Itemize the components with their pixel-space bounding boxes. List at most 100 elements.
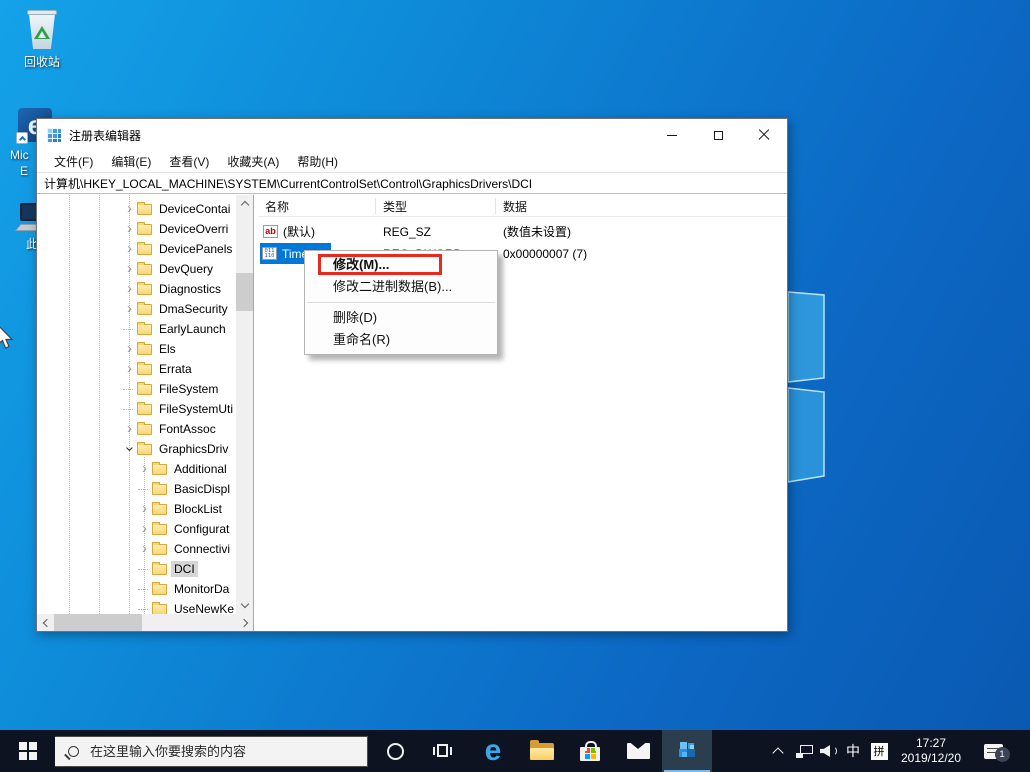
menu-bar: 文件(F) 编辑(E) 查看(V) 收藏夹(A) 帮助(H) (37, 151, 787, 172)
column-type[interactable]: 类型 (383, 195, 407, 217)
scroll-up-button[interactable] (236, 195, 253, 212)
maximize-button[interactable] (695, 119, 741, 151)
tray-ime-language-button[interactable]: 中 (842, 730, 864, 772)
tree-item-deviceoverri[interactable]: DeviceOverri (123, 219, 231, 239)
tree-item-errata[interactable]: Errata (123, 359, 195, 379)
tree-item-earlylaunch[interactable]: EarlyLaunch (123, 319, 229, 339)
chevron-right-icon[interactable] (138, 503, 151, 515)
close-button[interactable] (741, 119, 787, 151)
chevron-right-icon[interactable] (123, 303, 136, 315)
chevron-up-icon (772, 747, 784, 759)
chevron-right-icon[interactable] (123, 343, 136, 355)
mouse-cursor (0, 326, 14, 349)
taskbar-registry-editor-button-active[interactable] (662, 730, 712, 772)
menu-favorites[interactable]: 收藏夹(A) (218, 153, 288, 170)
menu-item-rename[interactable]: 重命名(R) (305, 329, 497, 351)
chevron-down-icon[interactable] (123, 444, 136, 454)
chevron-right-icon[interactable] (138, 523, 151, 535)
value-row-default[interactable]: ab (默认) REG_SZ (数值未设置) (258, 221, 787, 242)
folder-icon (137, 441, 152, 455)
tree-item-filesystem[interactable]: FileSystem (123, 379, 221, 399)
value-data: 0x00000007 (7) (503, 246, 588, 261)
tree-item-monitorda[interactable]: MonitorDa (138, 579, 232, 599)
chevron-right-icon[interactable] (123, 263, 136, 275)
tree-item-dmasecurity[interactable]: DmaSecurity (123, 299, 231, 319)
taskbar-search-box[interactable] (55, 736, 368, 767)
taskbar-edge-button[interactable]: e (476, 730, 510, 772)
folder-icon (152, 581, 167, 595)
menu-view[interactable]: 查看(V) (160, 153, 218, 170)
task-view-button[interactable] (426, 730, 460, 772)
tree-item-configurat[interactable]: Configurat (138, 519, 232, 539)
tray-expand-button[interactable] (768, 730, 788, 772)
folder-icon (137, 321, 152, 335)
tree-vertical-scrollbar[interactable] (236, 195, 253, 614)
minimize-button[interactable] (649, 119, 695, 151)
tree-item-basicdispl[interactable]: BasicDispl (138, 479, 233, 499)
scroll-left-button[interactable] (37, 614, 54, 631)
tray-volume-button[interactable] (817, 730, 841, 772)
title-bar[interactable]: 注册表编辑器 (37, 119, 787, 151)
chevron-right-icon[interactable] (138, 543, 151, 555)
tree-horizontal-scrollbar[interactable] (37, 614, 253, 631)
tray-network-button[interactable] (792, 730, 816, 772)
chevron-right-icon[interactable] (123, 423, 136, 435)
registry-editor-icon (679, 742, 695, 757)
chevron-right-icon[interactable] (123, 203, 136, 215)
folder-icon (137, 241, 152, 255)
taskbar-store-button[interactable] (572, 730, 608, 772)
column-data[interactable]: 数据 (503, 195, 527, 217)
scroll-down-button[interactable] (236, 597, 253, 614)
recycle-bin-icon (27, 10, 57, 49)
tree-item-blocklist[interactable]: BlockList (138, 499, 225, 519)
tree-item-devicepanels[interactable]: DevicePanels (123, 239, 235, 259)
close-icon (758, 129, 770, 141)
cortana-button[interactable] (378, 730, 412, 772)
column-name[interactable]: 名称 (265, 195, 289, 217)
tree-item-devicecontai[interactable]: DeviceContai (123, 199, 233, 219)
leaf-connector (123, 408, 133, 410)
minimize-icon (667, 134, 677, 136)
chevron-right-icon[interactable] (123, 363, 136, 375)
tree-item-devquery[interactable]: DevQuery (123, 259, 216, 279)
desktop-icon-recycle-bin[interactable]: 回收站 (6, 10, 78, 70)
chevron-right-icon[interactable] (123, 243, 136, 255)
scrollbar-thumb[interactable] (236, 273, 253, 311)
tree-item-diagnostics[interactable]: Diagnostics (123, 279, 224, 299)
search-input[interactable] (88, 743, 338, 760)
window-title: 注册表编辑器 (69, 128, 142, 143)
menu-item-delete[interactable]: 删除(D) (305, 307, 497, 329)
registry-tree-pane: DeviceContai DeviceOverri DevicePanels D… (37, 195, 254, 631)
notification-center-button[interactable]: 1 (972, 730, 1014, 772)
tree-item-fontassoc[interactable]: FontAssoc (123, 419, 219, 439)
folder-icon (137, 401, 152, 415)
tree-item-connectivi[interactable]: Connectivi (138, 539, 233, 559)
tree-item-els[interactable]: Els (123, 339, 179, 359)
menu-edit[interactable]: 编辑(E) (102, 153, 160, 170)
tree-item-filesystemuti[interactable]: FileSystemUti (123, 399, 236, 419)
folder-icon (137, 281, 152, 295)
scroll-right-button[interactable] (237, 614, 253, 631)
taskbar-mail-button[interactable] (620, 730, 656, 772)
tree-item-additional[interactable]: Additional (138, 459, 230, 479)
tray-clock[interactable]: 17:27 2019/12/20 (896, 730, 966, 772)
dword-value-icon: 011 110 (262, 247, 277, 260)
start-button[interactable] (8, 730, 48, 772)
leaf-connector (138, 588, 148, 590)
folder-icon (137, 341, 152, 355)
taskbar-file-explorer-button[interactable] (524, 730, 560, 772)
leaf-connector (123, 388, 133, 390)
tree-item-dci[interactable]: DCI (138, 559, 198, 579)
menu-help[interactable]: 帮助(H) (288, 153, 347, 170)
tree-item-graphicsdrivers[interactable]: GraphicsDriv (123, 439, 231, 459)
address-bar[interactable]: 计算机\HKEY_LOCAL_MACHINE\SYSTEM\CurrentCon… (37, 172, 787, 194)
search-icon (68, 746, 79, 757)
menu-item-modify-binary[interactable]: 修改二进制数据(B)... (305, 276, 497, 298)
folder-icon (137, 361, 152, 375)
tray-ime-mode-button[interactable]: 拼 (868, 730, 890, 772)
chevron-right-icon[interactable] (123, 283, 136, 295)
scrollbar-thumb[interactable] (54, 614, 142, 631)
menu-file[interactable]: 文件(F) (45, 153, 102, 170)
chevron-right-icon[interactable] (123, 223, 136, 235)
chevron-right-icon[interactable] (138, 463, 151, 475)
